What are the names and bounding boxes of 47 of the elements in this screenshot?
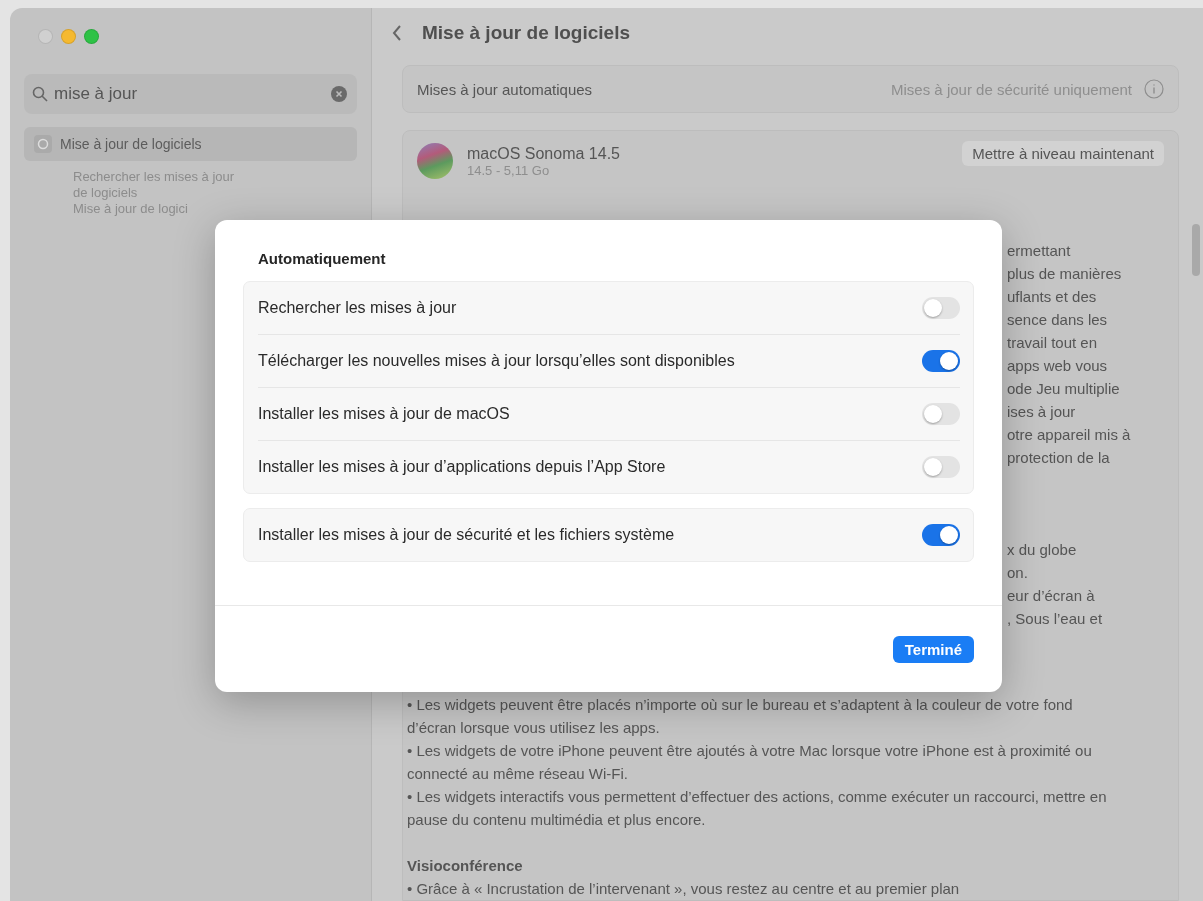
release-note-text: apps web vous — [1007, 357, 1108, 374]
update-name: macOS Sonoma 14.5 — [467, 144, 621, 163]
release-note-text: • Les widgets peuvent être placés n’importe où sur le bureau et s’adaptent à la couleur de votre fond d’écran lorsque vous utilisez les apps. — [407, 695, 1074, 738]
release-note-text: on. — [1007, 564, 1028, 581]
search-field[interactable]: mise à jour — [24, 74, 357, 114]
os-logo-icon — [417, 143, 453, 179]
scrollbar-thumb[interactable] — [1192, 224, 1200, 276]
info-icon[interactable] — [1144, 79, 1164, 99]
release-note-text: sence dans les — [1007, 311, 1108, 328]
release-note-text: uflants et des — [1007, 288, 1097, 305]
clear-icon[interactable] — [331, 86, 347, 102]
zoom-window-button[interactable] — [84, 28, 99, 44]
release-note-text: ises à jour — [1007, 403, 1076, 420]
section-heading: Visioconférence — [407, 856, 524, 876]
release-note-text: x du globe — [1007, 541, 1077, 558]
release-note-text: , Sous l’eau et — [1007, 610, 1103, 627]
setting-label: Rechercher les mises à jour — [258, 299, 457, 317]
release-note-text: eur d’écran à — [1007, 587, 1095, 604]
release-note-text: otre appareil mis à — [1007, 426, 1131, 443]
toggle-switch[interactable] — [922, 350, 960, 372]
minimize-window-button[interactable] — [61, 28, 76, 44]
release-note-text: • Les widgets interactifs vous permettent d’effectuer des actions, comme exécuter un raccourci, mettre en pause du contenu multimédia et plus encore. — [407, 787, 1107, 830]
toggle-switch[interactable] — [922, 524, 960, 546]
release-note-text: plus de manières — [1007, 265, 1122, 282]
page-title: Mise à jour de logiciels — [422, 21, 630, 44]
close-window-button[interactable] — [38, 28, 53, 44]
setting-label: Installer les mises à jour de macOS — [258, 405, 510, 423]
setting-label: Installer les mises à jour d’applications depuis l’App Store — [258, 458, 666, 476]
release-note-text: protection de la — [1007, 449, 1110, 466]
search-icon — [32, 86, 48, 102]
release-note-text: travail tout en — [1007, 334, 1098, 351]
release-note-text: ode Jeu multiplie — [1007, 380, 1120, 397]
done-button[interactable]: Terminé — [892, 635, 974, 663]
setting-label: Mises à jour automatiques — [417, 80, 593, 98]
setting-label: Télécharger les nouvelles mises à jour lorsqu’elles sont disponibles — [258, 352, 735, 370]
toggle-switch[interactable] — [922, 456, 960, 478]
release-note-text: • Grâce à « Incrustation de l’intervenant », vous restez au centre et au premier plan — [407, 879, 961, 899]
toggle-switch[interactable] — [922, 297, 960, 319]
setting-label: Installer les mises à jour de sécurité et les fichiers système — [258, 526, 675, 544]
upgrade-button[interactable]: Mettre à niveau maintenant — [962, 140, 1164, 166]
release-note-text: • Les widgets de votre iPhone peuvent être ajoutés à votre Mac lorsque votre iPhone est à proximité ou connecté au même réseau Wi-Fi. — [407, 741, 1093, 784]
toggle-switch[interactable] — [922, 403, 960, 425]
back-icon[interactable] — [392, 23, 402, 42]
sidebar-item[interactable]: Mise à jour de logiciels — [24, 127, 357, 161]
search-input[interactable]: mise à jour — [54, 84, 325, 104]
release-note-text: ermettant — [1007, 242, 1071, 259]
dialog-title: Automatiquement — [257, 250, 387, 267]
